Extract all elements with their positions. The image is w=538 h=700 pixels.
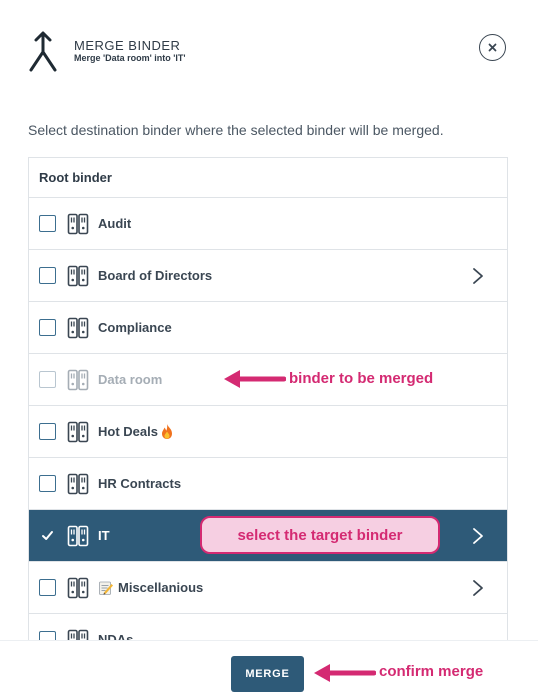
binder-row-ndas[interactable]: NDAs [29, 614, 507, 640]
annotation-select-target: select the target binder [200, 516, 440, 554]
binder-label: Compliance [98, 320, 172, 335]
binder-row-miscellanious[interactable]: Miscellanious [29, 562, 507, 614]
binder-list: Root binder Audit Board of Directors Com… [28, 157, 508, 640]
dialog-header: MERGE BINDER Merge 'Data room' into 'IT' [0, 0, 538, 110]
binder-label: IT [98, 528, 110, 543]
binder-icon [67, 629, 89, 640]
binder-row-compliance[interactable]: Compliance [29, 302, 507, 354]
binder-label: Audit [98, 216, 132, 231]
binder-checkbox[interactable] [39, 631, 56, 640]
binder-checkbox[interactable] [39, 267, 56, 284]
binder-icon [67, 265, 89, 286]
fire-icon [161, 424, 172, 439]
binder-checkbox[interactable] [39, 423, 56, 440]
binder-icon [67, 473, 89, 494]
binder-checkbox [39, 371, 56, 388]
merge-button[interactable]: MERGE [231, 656, 304, 692]
binder-icon [67, 317, 89, 338]
binder-icon [67, 525, 89, 546]
dialog-subtitle: Merge 'Data room' into 'IT' [74, 53, 186, 63]
binder-checkbox[interactable] [39, 215, 56, 232]
close-button[interactable] [479, 34, 506, 61]
memo-icon [99, 581, 113, 595]
binder-label: Miscellanious [118, 580, 204, 595]
chevron-right-icon[interactable] [471, 527, 485, 545]
merge-icon [29, 31, 57, 72]
binder-icon [67, 577, 89, 598]
binder-label: HR Contracts [98, 476, 182, 491]
binder-icon [67, 369, 89, 390]
annotation-confirm-merge: confirm merge [379, 663, 484, 680]
binder-checkbox[interactable] [39, 319, 56, 336]
binder-checkbox[interactable] [39, 475, 56, 492]
binder-checkbox[interactable] [39, 579, 56, 596]
root-binder-header: Root binder [29, 158, 507, 198]
binder-icon [67, 421, 89, 442]
binder-row-hr-contracts[interactable]: HR Contracts [29, 458, 507, 510]
annotation-arrow-left-icon [224, 370, 286, 388]
binder-row-hot-deals[interactable]: Hot Deals [29, 406, 507, 458]
checkmark-icon[interactable] [41, 529, 54, 542]
binder-icon [67, 213, 89, 234]
binder-row-board-of-directors[interactable]: Board of Directors [29, 250, 507, 302]
annotation-arrow-left-icon [314, 664, 376, 682]
instructions-text: Select destination binder where the sele… [28, 122, 444, 138]
binder-label: Data room [98, 372, 163, 387]
binder-row-audit[interactable]: Audit [29, 198, 507, 250]
binder-label: Hot Deals [98, 424, 158, 439]
chevron-right-icon[interactable] [471, 579, 485, 597]
close-icon [488, 43, 497, 52]
binder-label: NDAs [98, 632, 134, 640]
chevron-right-icon[interactable] [471, 267, 485, 285]
binder-label: Board of Directors [98, 268, 213, 283]
annotation-binder-to-merge: binder to be merged [289, 370, 434, 387]
dialog-title: MERGE BINDER [74, 38, 181, 53]
